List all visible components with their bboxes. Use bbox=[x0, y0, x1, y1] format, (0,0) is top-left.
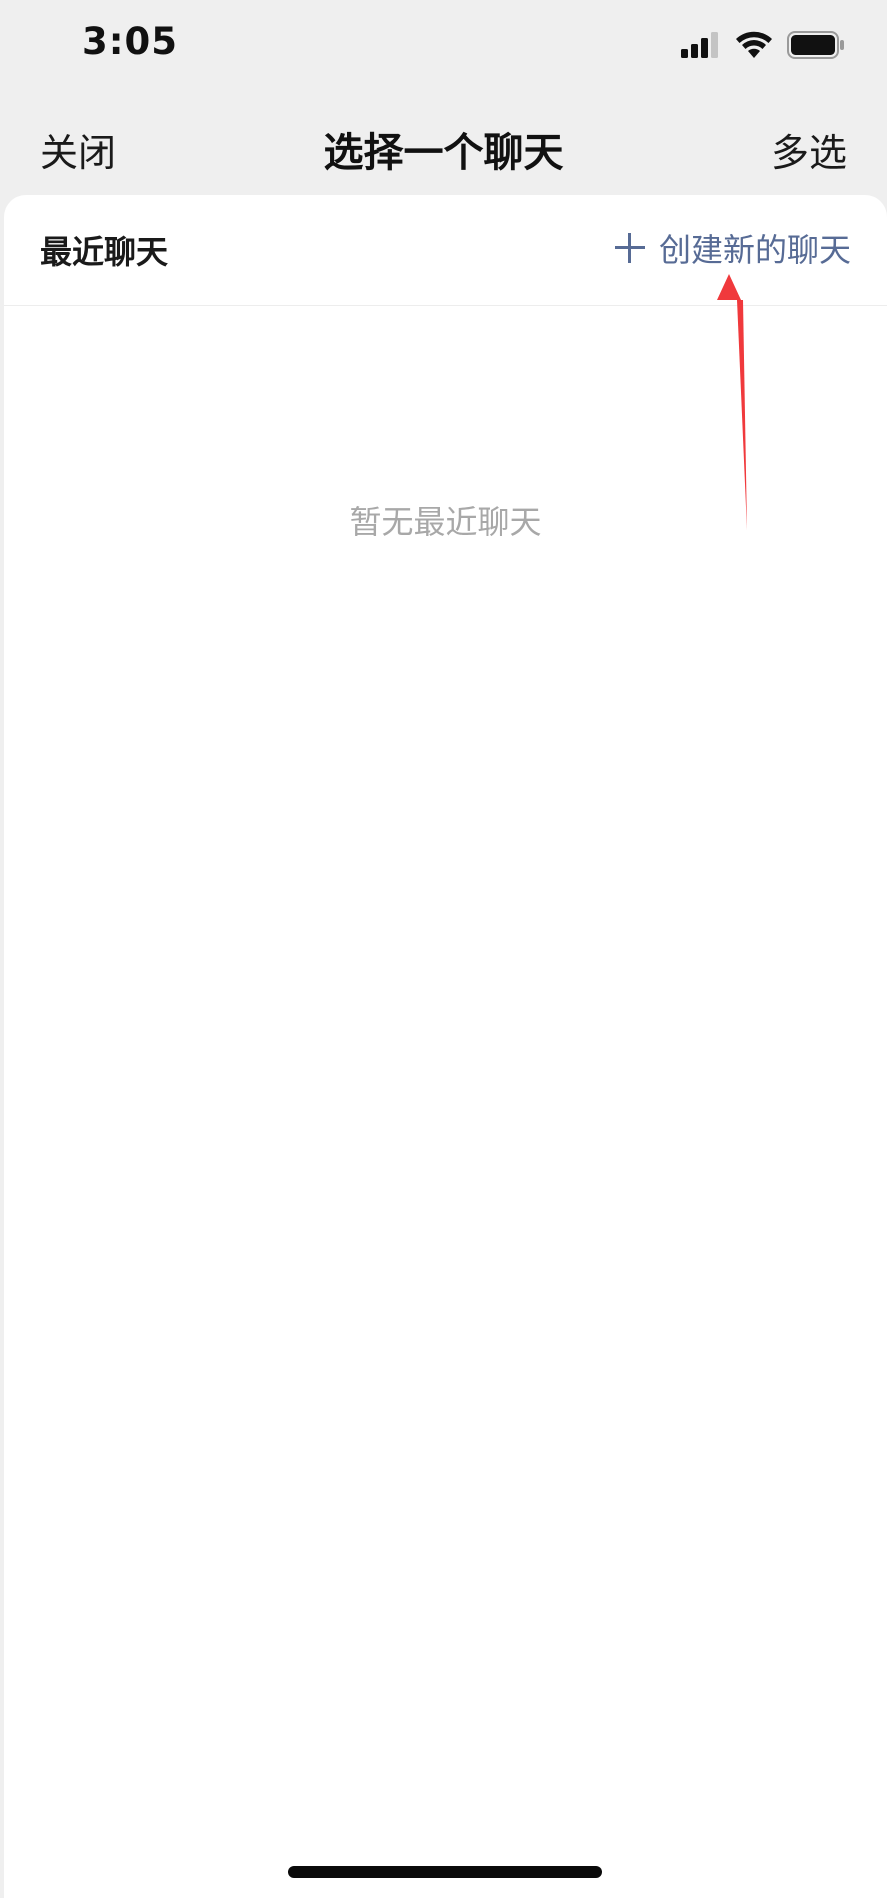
create-new-chat-label: 创建新的聊天 bbox=[658, 231, 851, 269]
home-indicator bbox=[288, 1866, 602, 1878]
status-bar: 3:05 bbox=[0, 0, 887, 90]
battery-icon bbox=[787, 31, 844, 59]
multi-select-button[interactable]: 多选 bbox=[771, 122, 847, 177]
wifi-icon bbox=[736, 31, 772, 58]
recent-chats-title: 最近聊天 bbox=[40, 233, 169, 271]
status-time: 3:05 bbox=[82, 20, 179, 63]
chat-picker-sheet: 最近聊天 创建新的聊天 暂无最近聊天 bbox=[4, 195, 887, 1898]
empty-state-text: 暂无最近聊天 bbox=[349, 503, 542, 541]
status-icons bbox=[681, 28, 845, 62]
create-new-chat-button[interactable]: 创建新的聊天 bbox=[614, 225, 851, 271]
recent-chats-header: 最近聊天 创建新的聊天 bbox=[4, 195, 887, 306]
signal-icon bbox=[681, 32, 718, 58]
close-button[interactable]: 关闭 bbox=[40, 122, 116, 177]
plus-icon bbox=[614, 233, 645, 263]
page-title: 选择一个聊天 bbox=[323, 130, 564, 176]
nav-bar: 关闭 选择一个聊天 多选 bbox=[0, 100, 887, 192]
